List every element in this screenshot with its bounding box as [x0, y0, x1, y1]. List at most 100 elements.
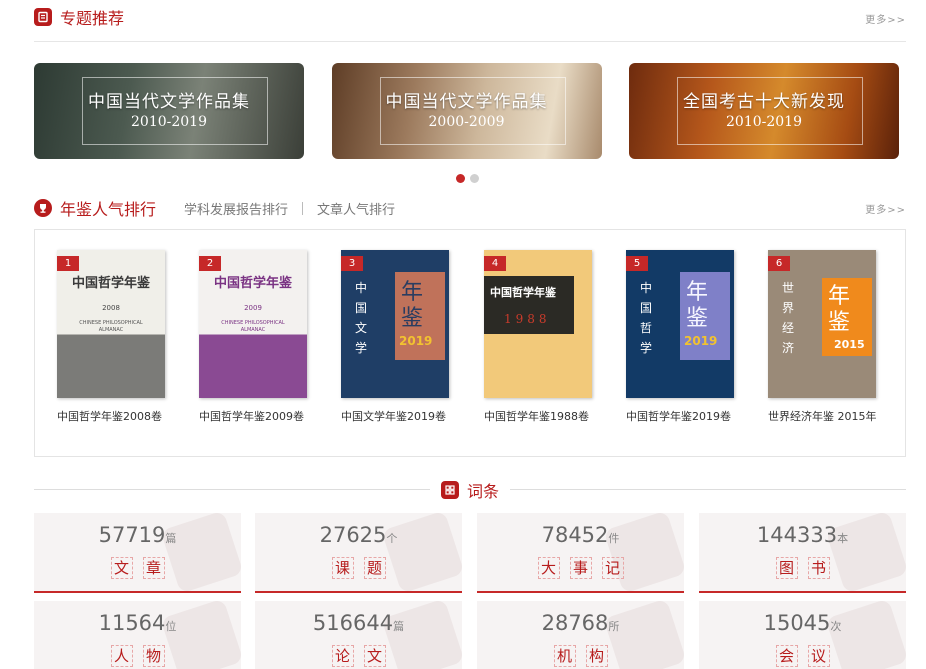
ranking-header: 年鉴人气排行 学科发展报告排行 文章人气排行 更多>>: [34, 196, 906, 220]
rank-badge: 3: [341, 256, 363, 271]
stat-number: 11564位: [34, 611, 241, 635]
stat-unit: 本: [837, 532, 849, 545]
entries-title: 词条: [467, 482, 500, 501]
book-cover: 中国哲学 年鉴 2019: [626, 250, 734, 398]
carousel-dot-1[interactable]: [456, 174, 465, 183]
stat-number: 27625个: [255, 523, 462, 547]
stat-label: 文章: [34, 557, 241, 579]
book-item[interactable]: 世界经济 年鉴 2015 6 世界经济年鉴 2015年: [768, 250, 910, 424]
book-cover: 中国哲学年鉴 2008 CHINESE PHILOSOPHICAL ALMANA…: [57, 250, 165, 398]
stat-articles[interactable]: 57719篇 文章: [34, 513, 241, 593]
stat-label: 大事记: [477, 557, 684, 579]
ranking-tabs: 学科发展报告排行 文章人气排行: [184, 199, 395, 218]
cover-year: 2009: [244, 304, 262, 312]
stat-label-char: 会: [775, 645, 798, 667]
cover-title: 中国哲学年鉴: [490, 286, 556, 299]
stat-events[interactable]: 78452件 大事记: [477, 513, 684, 593]
stat-unit: 所: [608, 620, 620, 633]
banner-title: 全国考古十大新发现: [683, 92, 845, 112]
stat-label-char: 课: [331, 557, 354, 579]
stat-people[interactable]: 11564位 人物: [34, 601, 241, 669]
stat-projects[interactable]: 27625个 课题: [255, 513, 462, 593]
featured-banner[interactable]: 中国当代文学作品集 2010-2019: [34, 63, 304, 159]
featured-banner[interactable]: 全国考古十大新发现 2010-2019: [629, 63, 899, 159]
book-title: 中国文学年鉴2019卷: [341, 410, 446, 423]
stat-value: 516644: [312, 611, 394, 635]
cover-big-text: 年鉴: [401, 280, 424, 331]
stat-value: 11564: [98, 611, 166, 635]
stat-value: 27625: [319, 523, 387, 547]
stat-label-char: 文: [363, 645, 386, 667]
cover-big-text: 年鉴: [828, 284, 851, 335]
cover-year: 1988: [504, 312, 551, 326]
cover-english: CHINESE PHILOSOPHICAL ALMANAC: [79, 320, 143, 333]
stat-label-char: 书: [807, 557, 830, 579]
stat-value: 28768: [541, 611, 609, 635]
featured-banner[interactable]: 中国当代文学作品集 2000-2009: [331, 63, 602, 159]
stat-value: 15045: [763, 611, 831, 635]
book-item[interactable]: 中国哲学年鉴 1988 4 中国哲学年鉴1988卷: [484, 250, 626, 424]
cover-title: 中国哲学: [640, 281, 653, 355]
entries-divider-right: [510, 489, 906, 490]
stat-number: 57719篇: [34, 523, 241, 547]
stat-label-char: 图: [775, 557, 798, 579]
rank-badge: 2: [199, 256, 221, 271]
banner-years: 2010-2019: [131, 114, 207, 130]
rank-badge: 5: [626, 256, 648, 271]
stat-conferences[interactable]: 15045次 会议: [699, 601, 906, 669]
banner-years: 2010-2019: [726, 114, 802, 130]
book-icon: [34, 8, 52, 26]
book-cover: 中国文学 年鉴 2019: [341, 250, 449, 398]
cover-year: 2019: [399, 334, 433, 348]
stat-papers[interactable]: 516644篇 论文: [255, 601, 462, 669]
cover-year: 2015: [834, 338, 865, 351]
cover-big-text: 年鉴: [686, 280, 709, 331]
cover-title: 世界经济: [782, 281, 795, 355]
stat-label: 人物: [34, 645, 241, 667]
book-item[interactable]: 中国哲学年鉴 2008 CHINESE PHILOSOPHICAL ALMANA…: [57, 250, 199, 424]
tab-article-ranking[interactable]: 文章人气排行: [317, 199, 395, 218]
cover-year: 2008: [102, 304, 120, 312]
stat-institutions[interactable]: 28768所 机构: [477, 601, 684, 669]
featured-more-link[interactable]: 更多>>: [865, 11, 906, 26]
cover-title: 中国哲学年鉴: [213, 276, 292, 291]
carousel-dot-2[interactable]: [470, 174, 479, 183]
stat-books[interactable]: 144333本 图书: [699, 513, 906, 593]
stat-label-char: 章: [142, 557, 165, 579]
stat-value: 57719: [98, 523, 166, 547]
tab-divider: [302, 201, 304, 215]
book-item[interactable]: 中国文学 年鉴 2019 3 中国文学年鉴2019卷: [341, 250, 483, 424]
stat-label-char: 机: [553, 645, 576, 667]
ranking-title: 年鉴人气排行: [60, 200, 157, 219]
trophy-icon: [34, 199, 52, 217]
ranking-more-link[interactable]: 更多>>: [865, 201, 906, 216]
tab-subject-report-ranking[interactable]: 学科发展报告排行: [184, 199, 288, 218]
rank-badge: 4: [484, 256, 506, 271]
stat-unit: 位: [165, 620, 177, 633]
stat-unit: 个: [386, 532, 398, 545]
cover-title: 中国哲学年鉴: [71, 276, 150, 291]
stat-label: 会议: [699, 645, 906, 667]
book-item[interactable]: 中国哲学年鉴 2009 CHINESE PHILOSOPHICAL ALMANA…: [199, 250, 341, 424]
stat-number: 15045次: [699, 611, 906, 635]
featured-title: 专题推荐: [60, 9, 125, 28]
book-item[interactable]: 中国哲学 年鉴 2019 5 中国哲学年鉴2019卷: [626, 250, 768, 424]
stat-label-char: 论: [331, 645, 354, 667]
stat-value: 78452: [541, 523, 609, 547]
stat-label: 图书: [699, 557, 906, 579]
stat-number: 78452件: [477, 523, 684, 547]
stat-label-char: 大: [537, 557, 560, 579]
stat-label-char: 构: [585, 645, 608, 667]
book-title: 中国哲学年鉴2009卷: [199, 410, 304, 423]
cover-english: CHINESE PHILOSOPHICAL ALMANAC: [221, 320, 285, 333]
book-cover: 中国哲学年鉴 2009 CHINESE PHILOSOPHICAL ALMANA…: [199, 250, 307, 398]
book-cover: 世界经济 年鉴 2015: [768, 250, 876, 398]
stat-label-char: 物: [142, 645, 165, 667]
ranking-panel: 中国哲学年鉴 2008 CHINESE PHILOSOPHICAL ALMANA…: [34, 229, 906, 457]
stat-number: 144333本: [699, 523, 906, 547]
book-title: 世界经济年鉴 2015年: [768, 410, 877, 423]
stat-label-char: 人: [110, 645, 133, 667]
stat-unit: 篇: [165, 532, 177, 545]
book-title: 中国哲学年鉴1988卷: [484, 410, 589, 423]
banner-title: 中国当代文学作品集: [385, 92, 548, 112]
